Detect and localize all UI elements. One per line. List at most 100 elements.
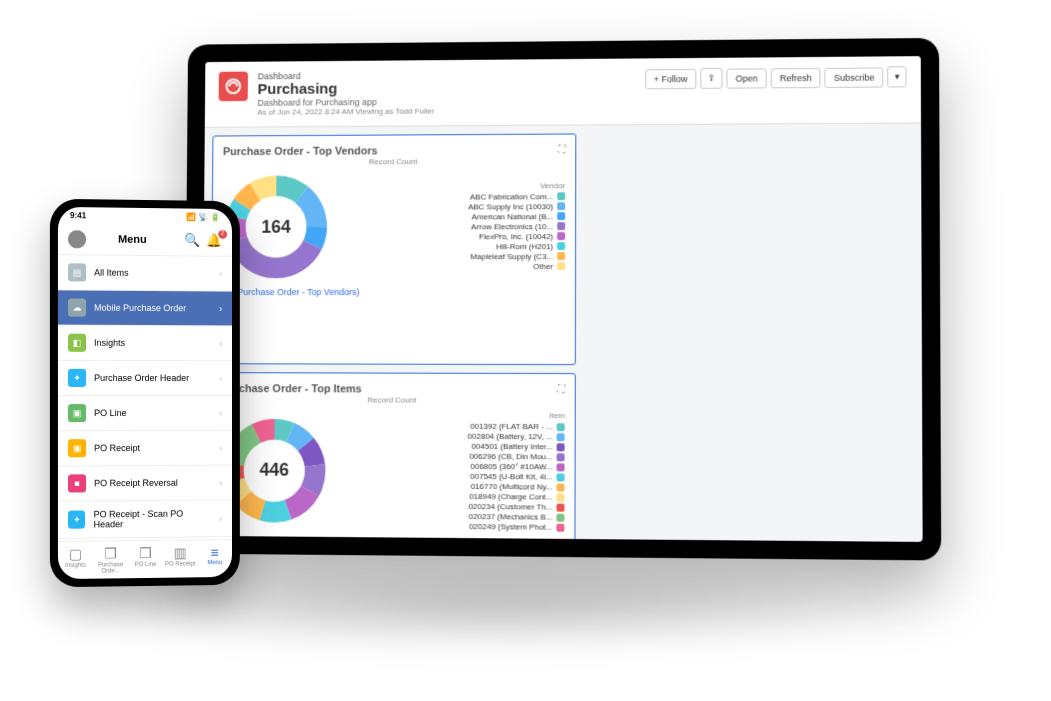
legend-item: 006296 (CB, Din Mou... xyxy=(338,451,564,461)
legend-item: 016770 (Multicord Ny... xyxy=(338,481,565,492)
follow-button[interactable]: + Follow xyxy=(645,68,697,88)
items-report-link[interactable]: View Report (Purchase Order - Top Items) xyxy=(220,536,385,542)
chevron-right-icon: › xyxy=(219,338,222,348)
tab-item[interactable]: ▥PO Receipt xyxy=(163,544,198,573)
legend-item: American National (B... xyxy=(340,212,565,222)
legend-item: 001392 (FLAT BAR - ... xyxy=(338,421,564,431)
chevron-right-icon: › xyxy=(219,443,222,453)
status-bar: 9:41 📶 📡 🔋 xyxy=(58,207,232,226)
menu-item-label: Mobile Purchase Order xyxy=(94,303,186,314)
menu-item-label: PO Receipt Reversal xyxy=(94,478,178,489)
menu-item-icon: ▣ xyxy=(68,404,86,422)
page-meta: As of Jun 24, 2022 8:24 AM Viewing as To… xyxy=(257,105,634,116)
tab-bar: ▢Insights❒Purchase Orde...❒PO Line▥PO Re… xyxy=(58,539,232,579)
tab-icon: ▥ xyxy=(163,544,198,561)
menu-item-label: PO Receipt xyxy=(94,443,140,453)
chevron-right-icon: › xyxy=(219,269,222,279)
top-items-card: Purchase Order - Top Items ⛶ Record Coun… xyxy=(209,372,576,542)
tab-item[interactable]: ▢Insights xyxy=(58,546,93,576)
phone-header: Menu 🔍 🔔2 xyxy=(58,224,232,257)
laptop-screen: Dashboard Purchasing Dashboard for Purch… xyxy=(201,56,922,542)
menu-item-label: PO Line xyxy=(94,408,127,418)
legend-item: Arrow Electronics (10... xyxy=(340,222,566,232)
avatar-icon[interactable] xyxy=(68,230,86,248)
legend-item: Hill-Rom (H201) xyxy=(340,242,566,251)
chevron-right-icon: › xyxy=(219,478,222,488)
phone-frame: 9:41 📶 📡 🔋 Menu 🔍 🔔2 ▤ All Items › ☁ Mobile … xyxy=(50,199,240,588)
menu-item[interactable]: ■ PO Receipt Reversal › xyxy=(58,466,232,502)
legend-item: Mapleleaf Supply (C3... xyxy=(339,252,565,261)
tab-icon: ▢ xyxy=(58,546,93,563)
menu-item-icon: ✦ xyxy=(68,510,86,528)
tab-item[interactable]: ≡Menu xyxy=(198,544,232,573)
expand-icon[interactable]: ⛶ xyxy=(558,384,565,395)
legend-item: ABC Supply Inc (10030) xyxy=(340,202,565,212)
menu-item-icon: ☁ xyxy=(68,298,86,316)
menu-item-label: PO Receipt - Scan PO Header xyxy=(94,508,212,529)
tab-icon: ❒ xyxy=(128,545,163,562)
legend-item: 020249 (System Phot... xyxy=(338,521,565,532)
menu-item[interactable]: ☁ Mobile Purchase Order › xyxy=(58,290,232,326)
menu-item-icon: ■ xyxy=(68,474,86,492)
menu-item[interactable]: ▤ All Items › xyxy=(58,255,232,291)
menu-list: ▤ All Items › ☁ Mobile Purchase Order › ◧ Insig… xyxy=(58,255,232,541)
tab-label: Insights xyxy=(65,563,86,569)
vendors-report-link[interactable]: ort (Purchase Order - Top Vendors) xyxy=(222,287,360,297)
legend-item: 020237 (Mechanics B... xyxy=(338,511,565,522)
card-title: Purchase Order - Top Items xyxy=(221,383,565,396)
record-count-label: Record Count xyxy=(223,156,565,167)
menu-item-icon: ◧ xyxy=(68,334,86,352)
legend-item: Other xyxy=(339,262,565,271)
menu-item-icon: ▤ xyxy=(68,263,86,281)
phone-title: Menu xyxy=(86,233,178,246)
legend-item: FlexPro, Inc. (10042) xyxy=(340,232,566,241)
status-time: 9:41 xyxy=(70,211,86,220)
more-dropdown-button[interactable]: ▾ xyxy=(888,66,907,87)
items-legend: Item 001392 (FLAT BAR - ...002804 (Batte… xyxy=(338,410,565,533)
top-vendors-card: Purchase Order - Top Vendors ⛶ Record Co… xyxy=(211,133,577,365)
menu-item-label: Purchase Order Header xyxy=(94,373,189,383)
vendors-legend: Vendor ABC Fabrication Com...ABC Supply … xyxy=(339,181,565,272)
menu-item[interactable]: ✦ Purchase Order Header › xyxy=(58,361,232,396)
dashboard-header: Dashboard Purchasing Dashboard for Purch… xyxy=(205,56,921,128)
menu-item[interactable]: ▣ PO Receipt › xyxy=(58,431,232,467)
chevron-right-icon: › xyxy=(219,303,222,313)
menu-item-icon: ▣ xyxy=(68,439,86,457)
status-icons: 📶 📡 🔋 xyxy=(186,213,220,222)
tab-item[interactable]: ❒PO Line xyxy=(128,545,163,574)
chevron-right-icon: › xyxy=(219,373,222,383)
menu-item-label: All Items xyxy=(94,268,128,278)
legend-item: 020234 (Customer Th... xyxy=(338,501,565,512)
bell-icon[interactable]: 🔔2 xyxy=(206,233,222,249)
chevron-right-icon: › xyxy=(219,513,222,523)
phone-screen: 9:41 📶 📡 🔋 Menu 🔍 🔔2 ▤ All Items › ☁ Mobile … xyxy=(58,207,232,579)
notification-badge: 2 xyxy=(218,230,227,239)
menu-item-label: Insights xyxy=(94,338,125,348)
search-icon[interactable]: 🔍 xyxy=(184,232,200,248)
app-logo-icon xyxy=(219,72,248,102)
legend-item: 002804 (Battery, 12V, ... xyxy=(338,431,564,441)
share-icon-button[interactable]: ⇪ xyxy=(701,68,723,89)
tab-item[interactable]: ❒Purchase Orde... xyxy=(93,545,128,574)
expand-icon[interactable]: ⛶ xyxy=(558,144,565,155)
laptop-frame: Dashboard Purchasing Dashboard for Purch… xyxy=(184,38,942,561)
tab-icon: ≡ xyxy=(198,544,232,560)
tab-label: Purchase Orde... xyxy=(98,562,123,574)
tab-icon: ❒ xyxy=(93,545,128,562)
subscribe-button[interactable]: Subscribe xyxy=(825,67,884,87)
refresh-button[interactable]: Refresh xyxy=(771,67,821,87)
legend-item: 004501 (Battery Inter... xyxy=(338,441,564,451)
tab-label: Menu xyxy=(207,560,222,566)
tab-label: PO Receipt xyxy=(165,561,195,567)
legend-item: 018949 (Charge Cont... xyxy=(338,491,565,502)
menu-item[interactable]: ▣ PO Line › xyxy=(58,396,232,431)
tab-label: PO Line xyxy=(135,562,157,568)
menu-item[interactable]: ◧ Insights › xyxy=(58,326,232,362)
record-count-label: Record Count xyxy=(221,395,565,405)
open-button[interactable]: Open xyxy=(726,68,766,88)
legend-item: ABC Fabrication Com... xyxy=(340,192,565,202)
chevron-right-icon: › xyxy=(219,408,222,418)
menu-item-icon: ✦ xyxy=(68,369,86,387)
legend-item: 006805 (360° #10AW... xyxy=(338,461,564,471)
menu-item[interactable]: ✦ PO Receipt - Scan PO Header › xyxy=(58,500,232,539)
